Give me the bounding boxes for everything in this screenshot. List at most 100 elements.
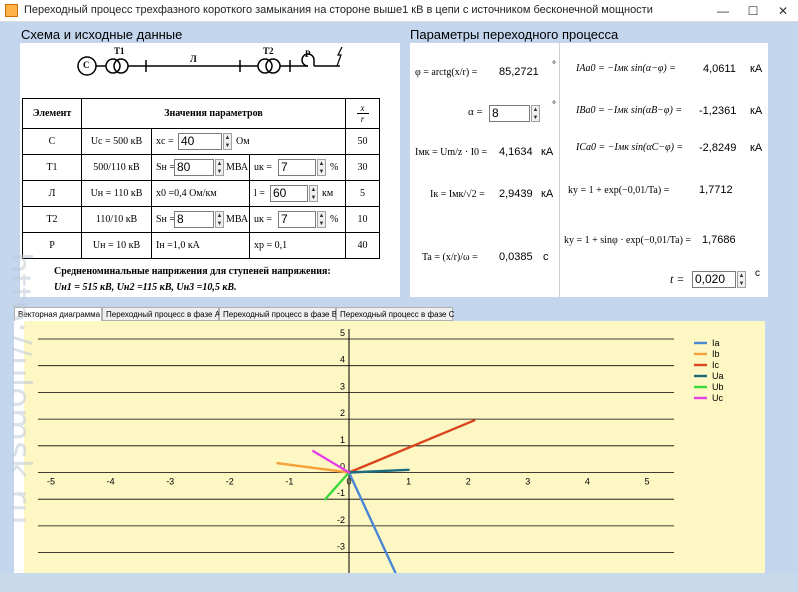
x-tick-label: 3 — [525, 477, 530, 487]
xc-unit: Ом — [236, 136, 250, 147]
tab-phase-b[interactable]: Переходный процесс в фазе B — [219, 307, 337, 321]
imk-formula: Iмк = Um/z · I0 = — [415, 147, 488, 158]
header-xr-top: x — [360, 103, 365, 113]
maximize-button[interactable]: ☐ — [738, 0, 768, 22]
phi-unit: ° — [552, 60, 556, 71]
t1-uk-unit: % — [330, 162, 339, 173]
t2-uk-spinner[interactable]: ▲ ▼ — [317, 211, 326, 228]
label-fault: Р — [305, 49, 311, 59]
row-t1-uk-label: uк = — [254, 162, 272, 173]
label-t2: T2 — [263, 46, 274, 56]
tab-phase-a[interactable]: Переходный процесс в фазе A — [102, 307, 220, 321]
legend-ic-label: Ic — [712, 360, 720, 370]
x-tick-label: -1 — [285, 477, 293, 487]
close-button[interactable]: ✕ — [768, 0, 798, 22]
ic0-formula: ICa0 = −Iмк sin(αC−φ) = — [576, 142, 684, 153]
row-l-length-label: l = — [254, 188, 265, 199]
header-element: Элемент — [22, 98, 82, 129]
t1-uk-input[interactable]: 7 — [278, 159, 316, 176]
y-tick-label: 4 — [340, 355, 345, 365]
header-values: Значения параметров — [81, 98, 346, 129]
ta-formula: Ta = (x/r)/ω = — [422, 252, 478, 263]
ky1-value: 1,7712 — [699, 184, 733, 196]
ib0-unit: кА — [750, 105, 763, 117]
alpha-spinner[interactable]: ▲ ▼ — [531, 105, 540, 122]
ia0-formula: IAa0 = −Iмк sin(α−φ) = — [576, 63, 676, 74]
x-tick-label: -3 — [166, 477, 174, 487]
ky1-formula: kу = 1 + exp(−0,01/Ta) = — [568, 185, 670, 196]
row-l-param2: l = 60 ▲ ▼ км — [249, 180, 346, 207]
row-p-xr: 40 — [345, 232, 380, 259]
x-tick-label: 4 — [585, 477, 590, 487]
vector-diagram-chart: 5 4 3 2 1 0 -1 -2 -3 -5 -4 -3 -2 -1 0 1 2 3 4 5 Ia Ib Ic Ua Ub Uc — [14, 321, 765, 584]
line-length-input[interactable]: 60 — [270, 185, 308, 202]
parameters-table: Элемент Значения параметров x r C Uс = 5… — [22, 98, 380, 259]
xc-spinner[interactable]: ▲ ▼ — [223, 133, 232, 150]
watermark-text: http://ulomsk.ru — [12, 252, 38, 525]
y-tick-label: 3 — [340, 381, 345, 391]
legend-ua-label: Ua — [712, 371, 724, 381]
row-t2-uk-label: uк = — [254, 214, 272, 225]
tab-phase-c[interactable]: Переходный процесс в фазе C — [336, 307, 454, 321]
alpha-label: α = — [468, 106, 483, 118]
t2-uk-unit: % — [330, 214, 339, 225]
t-spinner[interactable]: ▲ ▼ — [737, 271, 746, 288]
t1-sn-input[interactable]: 80 — [174, 159, 214, 176]
watermark: http://ulomsk.ru — [12, 252, 42, 592]
t2-sn-spinner[interactable]: ▲ ▼ — [215, 211, 224, 228]
row-c-param-label: xс = — [156, 136, 174, 147]
header-xr: x r — [345, 98, 380, 129]
nominal-values: Uн1 = 515 кВ, Uн2 =115 кВ, Uн3 =10,5 кВ. — [54, 282, 237, 293]
row-t2-param2: uк = 7 ▲ ▼ % — [249, 206, 346, 233]
imk-unit: кА — [541, 146, 554, 158]
row-t1-element: T1 — [22, 154, 82, 181]
panel-divider — [559, 43, 560, 297]
ic0-unit: кА — [750, 142, 763, 154]
row-t2-element: T2 — [22, 206, 82, 233]
row-t2-xr: 10 — [345, 206, 380, 233]
legend-ib-label: Ib — [712, 349, 720, 359]
t1-sn-spinner[interactable]: ▲ ▼ — [215, 159, 224, 176]
alpha-unit: ° — [552, 100, 556, 111]
params-heading: Параметры переходного процесса — [410, 27, 619, 42]
label-t1: T1 — [114, 46, 125, 56]
x-tick-label: -5 — [47, 477, 55, 487]
t1-sn-unit: МВА — [226, 162, 249, 173]
row-t1-sn-label: Sн = — [156, 162, 176, 173]
circuit-diagram — [77, 46, 343, 76]
legend-ia-label: Ia — [712, 338, 720, 348]
legend-ub-label: Ub — [712, 382, 724, 392]
t2-sn-input[interactable]: 8 — [174, 211, 214, 228]
xc-input[interactable]: 40 — [178, 133, 222, 150]
y-tick-label: -3 — [337, 542, 345, 552]
ky2-value: 1,7686 — [702, 234, 736, 246]
ta-value: 0,0385 — [499, 251, 533, 263]
t2-uk-input[interactable]: 7 — [278, 211, 316, 228]
minimize-button[interactable]: — — [708, 0, 738, 22]
phi-value: 85,2721 — [499, 66, 539, 78]
ik-value: 2,9439 — [499, 188, 533, 200]
y-tick-label: 1 — [340, 435, 345, 445]
y-tick-label: -2 — [337, 515, 345, 525]
plot-area — [24, 321, 765, 573]
ik-unit: кА — [541, 188, 554, 200]
t1-uk-spinner[interactable]: ▲ ▼ — [317, 159, 326, 176]
ia0-value: 4,0611 — [703, 63, 736, 75]
line-length-unit: км — [322, 188, 334, 199]
ik-formula: Iк = Iмк/√2 = — [430, 189, 485, 200]
alpha-input[interactable]: 8 — [489, 105, 530, 122]
x-tick-label: 2 — [466, 477, 471, 487]
row-t2-param1: Sн = 8 ▲ ▼ МВА — [151, 206, 250, 233]
ta-unit: с — [543, 251, 549, 263]
row-t1-param2: uк = 7 ▲ ▼ % — [249, 154, 346, 181]
ib0-formula: IBa0 = −Iмк sin(αB−φ) = — [576, 105, 683, 116]
window-title: Переходный процесс трехфазного короткого… — [24, 4, 653, 16]
title-bar: Переходный процесс трехфазного короткого… — [0, 0, 798, 22]
line-length-spinner[interactable]: ▲ ▼ — [309, 185, 318, 202]
t-input[interactable]: 0,020 — [692, 271, 736, 288]
legend-uc-label: Uc — [712, 393, 723, 403]
x-tick-label: -2 — [226, 477, 234, 487]
vector-chart-svg: 543210-1-2-3-5 -4 -3 -2 -1 0 1 2 3 4 5IaIbIcUaUbUc — [24, 321, 765, 584]
t-label: t = — [670, 272, 685, 286]
row-l-value1: Uн = 110 кВ — [81, 180, 152, 207]
